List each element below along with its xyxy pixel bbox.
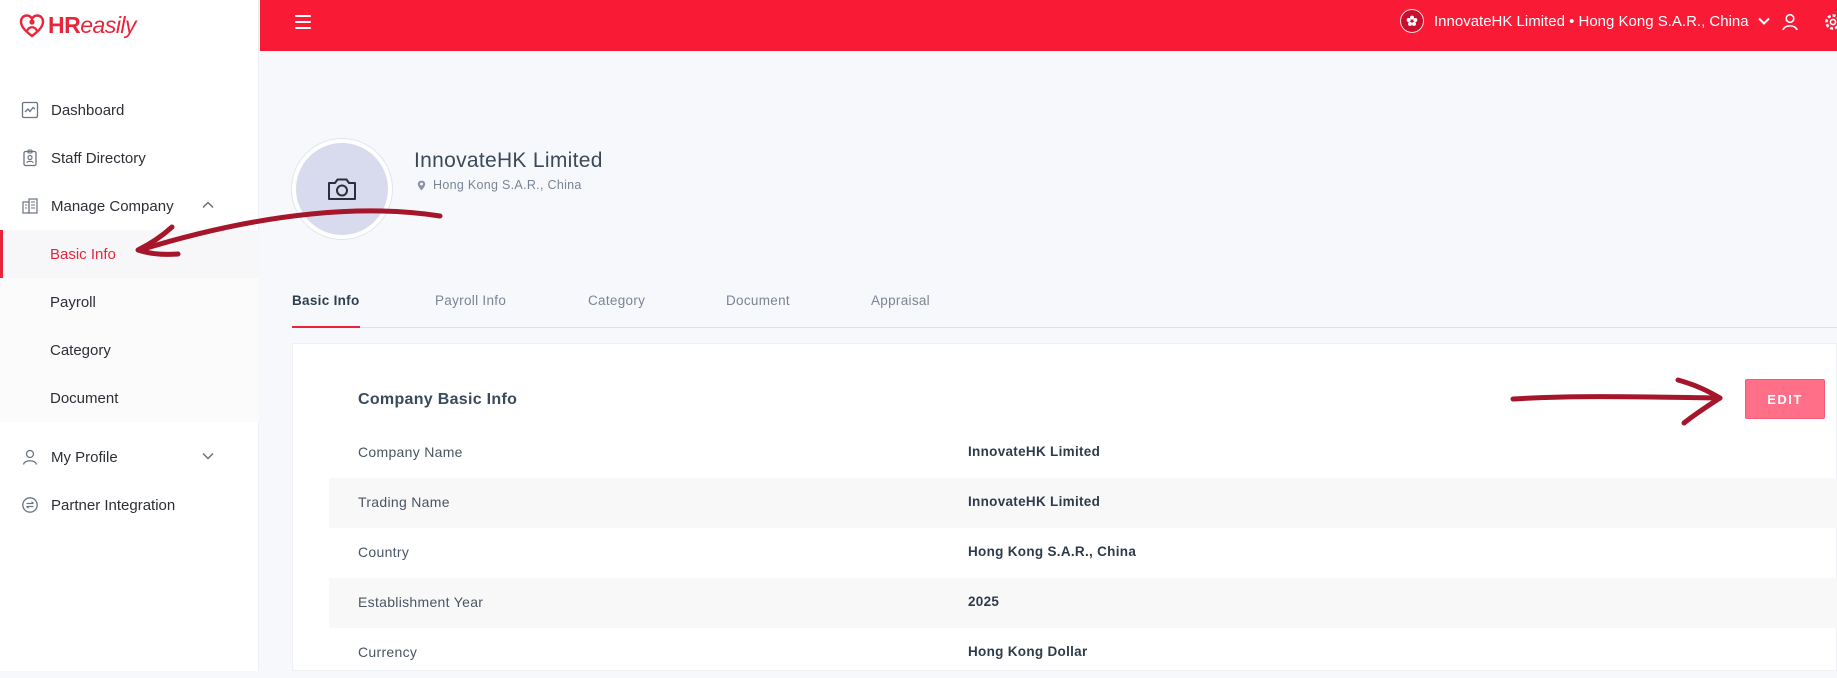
tab-appraisal[interactable]: Appraisal <box>871 293 930 326</box>
card-title: Company Basic Info <box>358 391 517 409</box>
company-basic-info-card: Company Basic Info EDIT Company Name Inn… <box>292 343 1837 671</box>
id-badge-icon <box>20 148 40 168</box>
logo-text: HReasily <box>48 12 136 39</box>
company-location: Hong Kong S.A.R., China <box>416 178 582 192</box>
sidebar-subitem-document[interactable]: Document <box>0 374 259 422</box>
integration-icon <box>20 495 40 515</box>
gear-icon[interactable] <box>1823 12 1837 32</box>
top-header: InnovateHK Limited • Hong Kong S.A.R., C… <box>260 0 1837 51</box>
company-tabs: Basic Info Payroll Info Category Documen… <box>292 286 1837 328</box>
menu-toggle-icon[interactable] <box>295 15 311 29</box>
company-location-text: Hong Kong S.A.R., China <box>433 178 582 192</box>
location-pin-icon <box>416 180 427 191</box>
edit-button[interactable]: EDIT <box>1745 379 1825 419</box>
tab-payroll-info[interactable]: Payroll Info <box>435 293 506 326</box>
sidebar-subitem-category[interactable]: Category <box>0 326 259 374</box>
building-icon <box>20 196 40 216</box>
info-row-company-name: Company Name InnovateHK Limited <box>329 428 1837 478</box>
sidebar-item-my-profile[interactable]: My Profile <box>0 433 259 481</box>
tab-basic-info[interactable]: Basic Info <box>292 293 360 326</box>
camera-icon <box>325 172 359 206</box>
tab-document[interactable]: Document <box>726 293 790 326</box>
info-value: InnovateHK Limited <box>968 494 1100 509</box>
info-label: Currency <box>358 644 417 660</box>
sidebar-item-partner-integration[interactable]: Partner Integration <box>0 481 259 529</box>
sidebar: HReasily Dashboard Staff Directory Manag… <box>0 0 259 671</box>
info-label: Trading Name <box>358 494 450 510</box>
sidebar-item-label: Category <box>50 342 111 359</box>
company-switcher-label: InnovateHK Limited • Hong Kong S.A.R., C… <box>1434 13 1749 30</box>
chart-icon <box>20 100 40 120</box>
logo-heart-icon <box>18 11 46 39</box>
info-row-establishment-year: Establishment Year 2025 <box>329 578 1837 628</box>
info-row-trading-name: Trading Name InnovateHK Limited <box>329 478 1837 528</box>
info-value: Hong Kong S.A.R., China <box>968 544 1136 559</box>
company-switcher[interactable]: InnovateHK Limited • Hong Kong S.A.R., C… <box>1400 9 1771 33</box>
sidebar-item-label: Dashboard <box>51 102 124 119</box>
sidebar-subitem-basic-info[interactable]: Basic Info <box>0 230 259 278</box>
info-label: Company Name <box>358 444 463 460</box>
sidebar-subitem-payroll[interactable]: Payroll <box>0 278 259 326</box>
sidebar-item-label: Staff Directory <box>51 150 146 167</box>
info-value: Hong Kong Dollar <box>968 644 1088 659</box>
tab-category[interactable]: Category <box>588 293 645 326</box>
sidebar-item-label: Manage Company <box>51 198 174 215</box>
manage-company-submenu: Basic Info Payroll Category Document <box>0 230 259 422</box>
company-logo-upload[interactable] <box>292 139 392 239</box>
sidebar-item-label: Payroll <box>50 294 96 311</box>
company-name-title: InnovateHK Limited <box>414 149 603 173</box>
hong-kong-flag-icon <box>1400 9 1424 33</box>
sidebar-item-label: My Profile <box>51 449 118 466</box>
user-icon <box>20 447 40 467</box>
hreasily-logo[interactable]: HReasily <box>18 10 136 40</box>
sidebar-item-staff-directory[interactable]: Staff Directory <box>0 134 259 182</box>
chevron-up-icon[interactable] <box>201 198 215 212</box>
info-value: InnovateHK Limited <box>968 444 1100 459</box>
sidebar-nav: Dashboard Staff Directory Manage Company… <box>0 86 259 529</box>
sidebar-item-dashboard[interactable]: Dashboard <box>0 86 259 134</box>
info-label: Country <box>358 544 409 560</box>
sidebar-item-label: Document <box>50 390 118 407</box>
info-row-country: Country Hong Kong S.A.R., China <box>329 528 1837 578</box>
sidebar-item-label: Partner Integration <box>51 497 175 514</box>
info-value: 2025 <box>968 594 999 609</box>
info-label: Establishment Year <box>358 594 483 610</box>
chevron-down-icon <box>1757 14 1771 28</box>
sidebar-item-manage-company[interactable]: Manage Company <box>0 182 259 230</box>
user-account-icon[interactable] <box>1780 12 1800 32</box>
sidebar-item-label: Basic Info <box>50 246 116 263</box>
chevron-down-icon[interactable] <box>201 449 215 463</box>
